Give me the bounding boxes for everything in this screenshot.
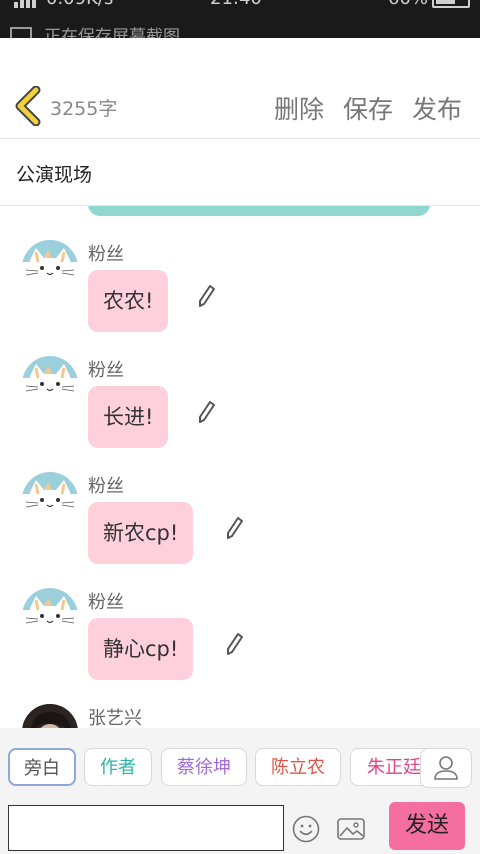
edit-pencil-icon[interactable] <box>198 400 216 424</box>
role-character[interactable]: 陈立农 <box>255 748 341 786</box>
role-label: 旁白 <box>24 758 60 779</box>
role-character[interactable]: 朱正廷 <box>350 748 430 786</box>
back-arrow-icon[interactable] <box>12 86 44 126</box>
role-selector-bar: 旁白 作者 蔡徐坤 陈立农 朱正廷 <box>0 728 480 800</box>
chat-message: 粉丝 农农! <box>0 206 480 332</box>
top-bar: 3255字 删除 保存 发布 <box>0 38 480 139</box>
word-count: 3255字 <box>50 98 118 120</box>
cat-avatar-icon <box>22 472 78 528</box>
person-icon <box>434 756 458 780</box>
sender-name: 粉丝 <box>88 360 124 381</box>
network-speed: 0.09K/s <box>46 0 113 9</box>
role-label: 作者 <box>100 757 136 778</box>
role-author[interactable]: 作者 <box>84 748 152 786</box>
image-icon[interactable] <box>336 814 366 844</box>
chapter-title: 公演现场 <box>16 164 93 186</box>
sender-name: 粉丝 <box>88 476 124 497</box>
notification-text: 正在保存屏幕截图 <box>44 27 180 38</box>
cat-avatar-icon <box>22 240 78 296</box>
screenshot-notification: 正在保存屏幕截图 <box>10 22 180 38</box>
sender-name: 粉丝 <box>88 592 124 613</box>
edit-pencil-icon[interactable] <box>226 516 244 540</box>
edit-pencil-icon[interactable] <box>226 632 244 656</box>
status-bar: 0.09K/s 21:40 60% 正在保存屏幕截图 <box>0 0 480 38</box>
edit-pencil-icon[interactable] <box>198 284 216 308</box>
person-avatar-icon <box>22 704 78 728</box>
chat-message: 粉丝 静心cp! <box>0 554 480 680</box>
message-input[interactable] <box>8 805 284 851</box>
sender-name: 粉丝 <box>88 244 124 265</box>
role-label: 朱正廷 <box>367 757 421 778</box>
cat-avatar-icon <box>22 588 78 644</box>
sender-name: 张艺兴 <box>88 708 142 728</box>
screenshot-icon <box>10 27 32 38</box>
cat-avatar-icon <box>22 356 78 412</box>
battery-percent: 60% <box>388 0 428 9</box>
chat-message: 粉丝 长进! <box>0 322 480 448</box>
chat-area[interactable]: 粉丝 农农! 粉丝 长进! 粉丝 新农cp! 粉丝 静心cp! 张艺兴 <box>0 206 480 728</box>
input-bar: 发送 <box>0 800 480 854</box>
role-label: 蔡徐坤 <box>177 757 231 778</box>
role-character[interactable]: 蔡徐坤 <box>161 748 247 786</box>
role-label: 陈立农 <box>271 757 325 778</box>
battery-icon <box>432 0 470 8</box>
chat-message: 粉丝 新农cp! <box>0 438 480 564</box>
manage-roles-button[interactable] <box>420 748 472 788</box>
chapter-title-bar[interactable]: 公演现场 <box>0 139 480 206</box>
chat-message: 张艺兴 <box>0 670 480 728</box>
clock: 21:40 <box>210 0 262 9</box>
role-narrator[interactable]: 旁白 <box>8 748 76 786</box>
send-button[interactable]: 发送 <box>389 802 465 850</box>
save-button[interactable]: 保存 <box>343 90 393 126</box>
emoji-icon[interactable] <box>291 814 321 844</box>
signal-icon <box>14 0 36 8</box>
publish-button[interactable]: 发布 <box>412 90 462 126</box>
delete-button[interactable]: 删除 <box>274 90 324 126</box>
